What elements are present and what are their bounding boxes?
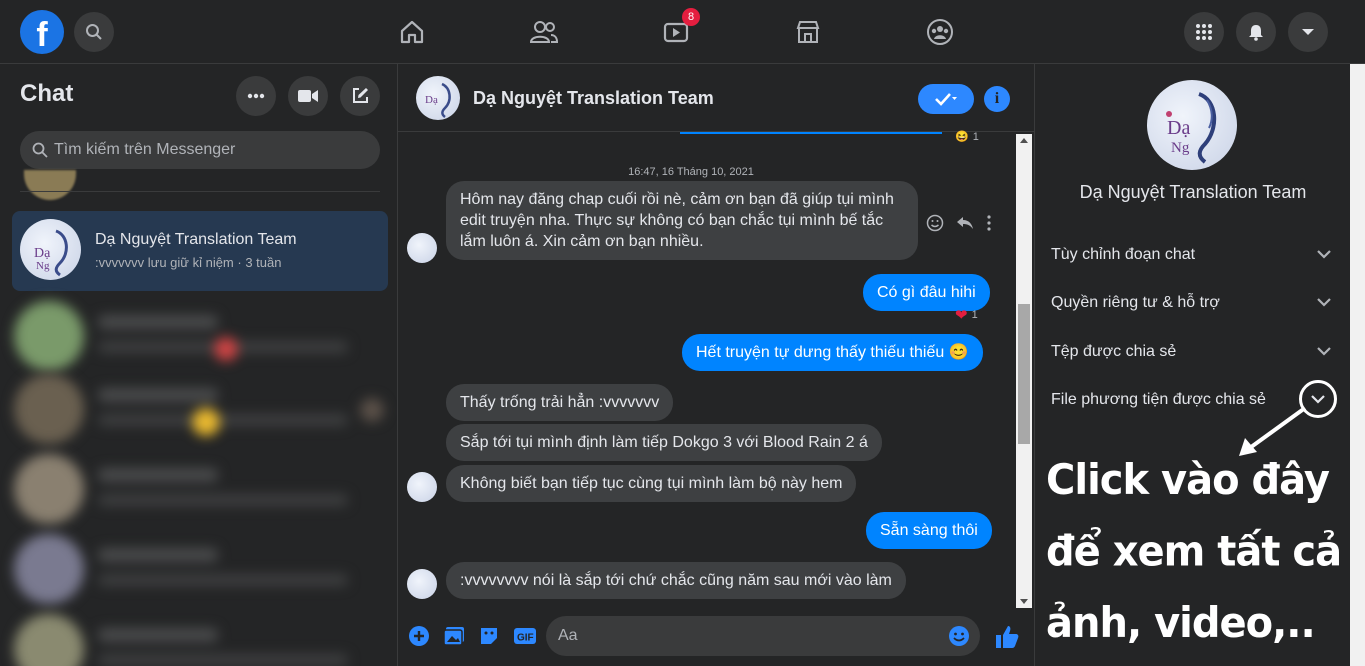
- gif-icon[interactable]: GIF: [513, 626, 537, 646]
- svg-text:Ng: Ng: [1171, 140, 1190, 156]
- menu-grid-icon[interactable]: [1184, 12, 1224, 52]
- groups-icon[interactable]: [922, 14, 958, 50]
- divider: [20, 191, 380, 192]
- page-scrollbar[interactable]: [1350, 64, 1365, 666]
- header-avatar[interactable]: Dạ: [416, 76, 460, 120]
- checkmark-dropdown-button[interactable]: [918, 84, 974, 114]
- chat-heading: Chat: [20, 80, 74, 107]
- annotation-line: ảnh, video,..: [1046, 599, 1316, 648]
- sender-avatar: [407, 233, 437, 263]
- sender-avatar: [407, 472, 437, 502]
- notifications-bell-icon[interactable]: [1236, 12, 1276, 52]
- search-placeholder: Tìm kiếm trên Messenger: [54, 141, 236, 158]
- blurred-conversation-item[interactable]: [14, 614, 390, 666]
- menu-customize-chat[interactable]: Tùy chỉnh đoạn chat: [1051, 246, 1335, 270]
- smile-reaction-icon: 😆: [955, 131, 969, 143]
- menu-label: Tệp được chia sẻ: [1051, 343, 1177, 360]
- reply-icon[interactable]: [956, 214, 974, 232]
- message-bubble-incoming[interactable]: Hôm nay đăng chap cuối rồi nè, cảm ơn bạ…: [446, 181, 918, 260]
- blurred-conversation-item[interactable]: [14, 301, 390, 371]
- message-bubble-incoming[interactable]: :vvvvvvvv nói là sắp tới chứ chắc cũng n…: [446, 562, 906, 599]
- annotation-line: Click vào đây: [1046, 456, 1330, 505]
- message-timestamp: 16:47, 16 Tháng 10, 2021: [628, 166, 754, 178]
- watch-video-icon[interactable]: 8: [658, 8, 700, 50]
- messenger-search-input[interactable]: Tìm kiếm trên Messenger: [20, 131, 380, 169]
- chevron-down-icon: [1317, 347, 1331, 356]
- account-dropdown-icon[interactable]: [1288, 12, 1328, 52]
- conversation-header: Dạ Dạ Nguyệt Translation Team i: [398, 64, 1034, 132]
- add-plus-icon[interactable]: [408, 625, 430, 647]
- message-input-placeholder: Aa: [558, 627, 578, 644]
- message-scrollbar[interactable]: [1016, 134, 1032, 608]
- home-icon[interactable]: [394, 14, 430, 50]
- group-name: Dạ Nguyệt Translation Team: [1079, 182, 1307, 202]
- info-icon[interactable]: i: [984, 86, 1010, 112]
- menu-label: Quyền riêng tư & hỗ trợ: [1051, 294, 1220, 311]
- notification-badge: 8: [682, 8, 700, 26]
- chevron-down-icon: [1317, 250, 1331, 259]
- more-icon[interactable]: [986, 214, 992, 232]
- blurred-conversation-item[interactable]: [14, 454, 390, 524]
- photo-icon[interactable]: [443, 626, 465, 646]
- search-icon: [32, 142, 48, 158]
- menu-privacy-support[interactable]: Quyền riêng tư & hỗ trợ: [1051, 294, 1335, 318]
- svg-text:Dạ: Dạ: [34, 246, 51, 261]
- more-options-icon[interactable]: [236, 76, 276, 116]
- composer-actions: GIF: [408, 625, 537, 647]
- svg-text:GIF: GIF: [517, 633, 534, 644]
- partial-avatar: [24, 170, 76, 200]
- svg-text:Dạ: Dạ: [425, 94, 438, 106]
- friends-icon[interactable]: [526, 14, 562, 50]
- message-bubble-outgoing[interactable]: Hết truyện tự dưng thấy thiếu thiếu 😊: [682, 334, 983, 371]
- message-actions: [926, 214, 992, 232]
- sticker-icon[interactable]: [478, 625, 500, 647]
- conversation-avatar: Dạ Ng: [20, 219, 81, 280]
- chat-list-panel: Chat Tìm kiếm trên Messenger Dạ Ng Dạ Ngu…: [0, 64, 398, 666]
- message-input[interactable]: Aa: [546, 616, 980, 656]
- previous-bubble-edge: [680, 132, 942, 134]
- new-message-icon[interactable]: [340, 76, 380, 116]
- annotation-line: để xem tất cả: [1046, 527, 1342, 577]
- menu-label: Tùy chỉnh đoạn chat: [1051, 246, 1196, 263]
- reaction-count: 😆 1: [955, 130, 979, 144]
- svg-text:Dạ: Dạ: [1167, 117, 1190, 139]
- message-bubble-outgoing[interactable]: Sẵn sàng thôi: [866, 512, 992, 549]
- group-avatar[interactable]: Dạ Ng: [1147, 80, 1237, 170]
- facebook-logo-icon[interactable]: f: [20, 10, 64, 54]
- message-bubble-incoming[interactable]: Thấy trống trải hẳn :vvvvvvv: [446, 384, 674, 421]
- react-icon[interactable]: [926, 214, 944, 232]
- checkmark-icon: [935, 93, 957, 106]
- new-video-call-icon[interactable]: [288, 76, 328, 116]
- message-bubble-incoming[interactable]: Không biết bạn tiếp tục cùng tụi mình là…: [446, 465, 857, 502]
- chevron-down-icon: [1317, 298, 1331, 307]
- heart-reaction-icon: ❤: [955, 307, 968, 324]
- svg-text:Ng: Ng: [36, 260, 50, 272]
- message-bubble-incoming[interactable]: Sắp tới tụi mình định làm tiếp Dokgo 3 v…: [446, 424, 882, 461]
- conversation-name: Dạ Nguyệt Translation Team: [95, 231, 297, 248]
- search-icon[interactable]: [74, 12, 114, 52]
- emoji-icon[interactable]: [948, 625, 970, 647]
- blurred-conversation-item[interactable]: [14, 534, 390, 604]
- marketplace-icon[interactable]: [790, 14, 826, 50]
- reaction-count: ❤ 1: [955, 307, 978, 324]
- menu-shared-files[interactable]: Tệp được chia sẻ: [1051, 343, 1335, 367]
- top-navigation-bar: f 8: [0, 0, 1365, 64]
- sender-avatar: [407, 569, 437, 599]
- like-thumb-icon[interactable]: [994, 624, 1020, 650]
- conversation-panel: Dạ Dạ Nguyệt Translation Team i 😆 1 16:47…: [398, 64, 1034, 666]
- conversation-preview: :vvvvvvv lưu giữ kỉ niệm · 3 tuần: [95, 255, 282, 270]
- annotation-caption: Click vào đây để xem tất cả ảnh, video,.…: [1046, 445, 1342, 659]
- conversation-title[interactable]: Dạ Nguyệt Translation Team: [473, 88, 714, 109]
- blurred-conversation-item[interactable]: [14, 374, 390, 444]
